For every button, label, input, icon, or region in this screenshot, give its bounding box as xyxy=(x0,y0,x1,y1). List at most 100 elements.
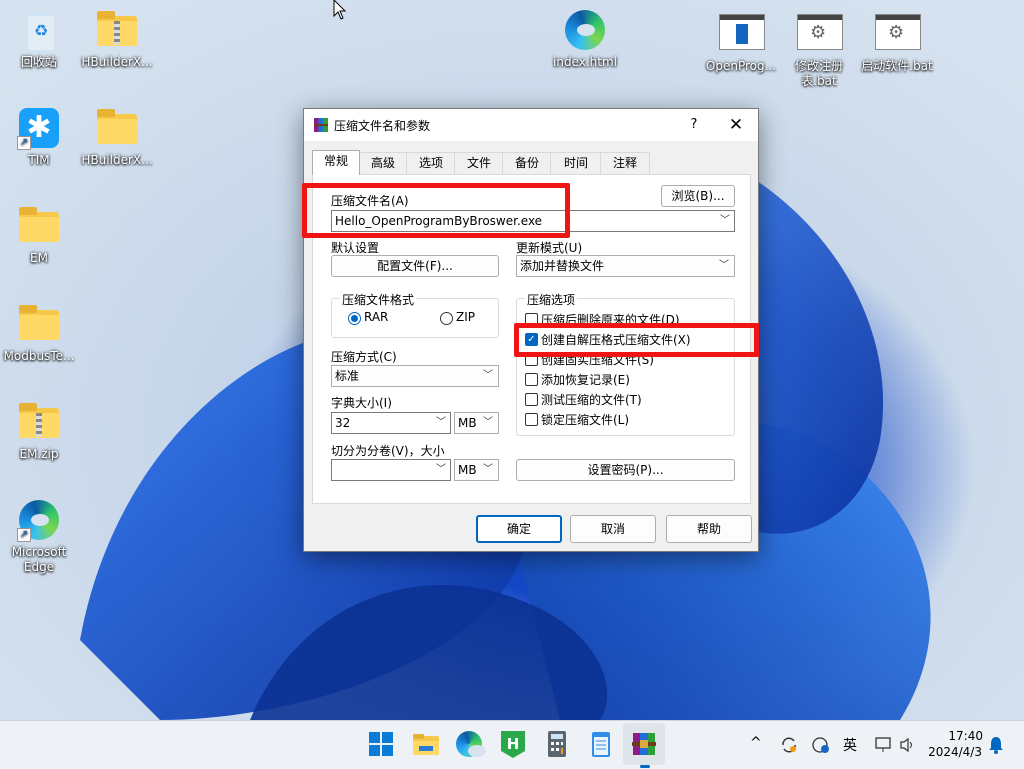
clock-time[interactable]: 17:40 xyxy=(947,729,983,743)
desktop-icon-registry-bat[interactable]: ⚙ 修改注册表.bat xyxy=(780,12,858,89)
compression-method-select[interactable]: 标准 ﹀ xyxy=(331,365,499,387)
desktop-icon-index-html[interactable]: index.html xyxy=(546,8,624,70)
desktop-icon-edge[interactable]: ↗ Microsoft Edge xyxy=(0,498,78,575)
lock-archive-checkbox[interactable] xyxy=(525,413,538,426)
format-rar-label: RAR xyxy=(364,310,389,324)
compression-method-label: 压缩方式(C) xyxy=(331,350,397,364)
edge-icon xyxy=(565,10,605,50)
chevron-down-icon: ﹀ xyxy=(483,370,493,381)
winrar-icon xyxy=(314,118,328,132)
tab-files[interactable]: 文件 xyxy=(454,152,504,174)
set-password-button[interactable]: 设置密码(P)... xyxy=(516,459,735,481)
dictionary-size-value: 32 xyxy=(335,416,351,430)
update-mode-label: 更新模式(U) xyxy=(516,241,583,255)
browse-button[interactable]: 浏览(B)... xyxy=(661,185,735,207)
desktop-icon-label: 启动软件.bat xyxy=(861,59,933,73)
chevron-down-icon: ﹀ xyxy=(436,417,446,428)
chevron-down-icon: ﹀ xyxy=(719,260,729,271)
close-icon[interactable]: ✕ xyxy=(724,113,748,137)
notepad-icon[interactable] xyxy=(586,729,616,759)
dictionary-size-combobox[interactable]: 32 ﹀ xyxy=(331,412,451,434)
show-hidden-icons-chevron[interactable]: ^ xyxy=(750,735,762,751)
archiving-options-group: 压缩选项 压缩后删除原来的文件(D) ✓ 创建自解压格式压缩文件(X) 创建固实… xyxy=(516,291,735,436)
monitor-icon[interactable] xyxy=(874,735,894,755)
split-volumes-label: 切分为分卷(V)，大小 xyxy=(331,444,445,458)
help-button[interactable]: 帮助 xyxy=(666,515,752,543)
tab-backup[interactable]: 备份 xyxy=(502,152,552,174)
desktop-icon-label: 修改注册表.bat xyxy=(794,59,843,88)
profiles-button[interactable]: 配置文件(F)... xyxy=(331,255,499,277)
highlight-box-sfx-option xyxy=(514,323,759,357)
desktop-icon-label: TIM xyxy=(28,153,50,167)
taskbar: H ^ 英 17:40 2024/4/3 xyxy=(0,720,1024,769)
chevron-down-icon: ﹀ xyxy=(720,215,730,226)
dialog-title: 压缩文件名和参数 xyxy=(334,119,431,133)
file-explorer-icon[interactable] xyxy=(411,729,441,759)
folder-icon xyxy=(19,207,59,242)
start-icon[interactable] xyxy=(366,729,396,759)
dictionary-unit-select[interactable]: MB ﹀ xyxy=(454,412,499,434)
format-zip-radio[interactable] xyxy=(440,312,453,325)
desktop-icon-em[interactable]: EM xyxy=(0,204,78,266)
tab-general[interactable]: 常规 xyxy=(312,150,360,175)
split-unit-select[interactable]: MB ﹀ xyxy=(454,459,499,481)
chevron-down-icon: ﹀ xyxy=(483,417,493,428)
format-zip-label: ZIP xyxy=(456,310,475,324)
notification-bell-icon[interactable] xyxy=(988,736,1004,754)
test-archived-files-checkbox[interactable] xyxy=(525,393,538,406)
clock-date[interactable]: 2024/4/3 xyxy=(922,745,982,759)
edge-icon[interactable] xyxy=(455,730,486,758)
desktop-icon-openprog[interactable]: OpenProg... xyxy=(702,12,780,74)
archive-format-group: 压缩文件格式 RAR ZIP xyxy=(331,291,499,338)
winrar-icon[interactable] xyxy=(629,729,659,759)
tab-advanced[interactable]: 高级 xyxy=(358,152,408,174)
ok-button[interactable]: 确定 xyxy=(476,515,562,543)
desktop-icon-em-zip[interactable]: EM.zip xyxy=(0,400,78,462)
volume-icon[interactable] xyxy=(898,735,918,755)
archive-format-title: 压缩文件格式 xyxy=(340,291,417,308)
desktop-icon-hbuilderx-zip[interactable]: HBuilderX... xyxy=(78,8,156,70)
hbuilderx-icon[interactable]: H xyxy=(498,729,528,759)
folder-icon xyxy=(19,305,59,340)
desktop-icon-tim[interactable]: ✱ ↗ TIM xyxy=(0,106,78,168)
sync-icon[interactable] xyxy=(779,735,799,755)
ime-indicator[interactable]: 英 xyxy=(843,735,857,755)
chevron-down-icon: ﹀ xyxy=(483,464,493,475)
split-unit-value: MB xyxy=(458,463,477,477)
desktop-icon-label: index.html xyxy=(553,55,617,69)
format-rar-radio[interactable] xyxy=(348,312,361,325)
shortcut-arrow-icon: ↗ xyxy=(17,528,31,542)
highlight-box-archive-name xyxy=(302,183,570,238)
lock-archive-label: 锁定压缩文件(L) xyxy=(541,413,630,427)
application-icon xyxy=(719,14,765,50)
desktop-icon-label: Microsoft Edge xyxy=(11,545,67,574)
tab-options[interactable]: 选项 xyxy=(406,152,456,174)
tab-comment[interactable]: 注释 xyxy=(600,152,650,174)
update-mode-select[interactable]: 添加并替换文件 ﹀ xyxy=(516,255,735,277)
mouse-cursor-icon xyxy=(333,0,347,20)
add-recovery-record-checkbox[interactable] xyxy=(525,373,538,386)
desktop-icon-modbus[interactable]: ModbusTe... xyxy=(0,302,78,364)
desktop-icon-recycle-bin[interactable]: ♻ 回收站 xyxy=(0,8,78,70)
desktop-icon-start-bat[interactable]: ⚙ 启动软件.bat xyxy=(858,12,936,74)
compression-method-value: 标准 xyxy=(335,369,360,383)
recycle-bin-icon: ♻ xyxy=(26,12,56,52)
cancel-button[interactable]: 取消 xyxy=(570,515,656,543)
chevron-down-icon: ﹀ xyxy=(436,464,446,475)
split-volumes-combobox[interactable]: ﹀ xyxy=(331,459,451,481)
help-icon[interactable]: ? xyxy=(684,115,704,135)
desktop-icon-label: HBuilderX... xyxy=(81,55,153,69)
desktop-icon-label: 回收站 xyxy=(20,55,57,69)
network-status-icon[interactable] xyxy=(811,735,831,755)
batch-file-icon: ⚙ xyxy=(875,14,921,50)
calculator-icon[interactable] xyxy=(542,729,572,759)
dictionary-unit-value: MB xyxy=(458,416,477,430)
desktop-icon-hbuilderx-folder[interactable]: HBuilderX... xyxy=(78,106,156,168)
dialog-titlebar[interactable]: 压缩文件名和参数 ? ✕ xyxy=(304,109,758,141)
tab-time[interactable]: 时间 xyxy=(550,152,602,174)
test-archived-files-label: 测试压缩的文件(T) xyxy=(541,393,642,407)
dictionary-size-label: 字典大小(I) xyxy=(331,396,392,410)
desktop-icon-label: EM xyxy=(30,251,48,265)
add-recovery-record-label: 添加恢复记录(E) xyxy=(541,373,630,387)
desktop-icon-label: OpenProg... xyxy=(705,59,777,73)
